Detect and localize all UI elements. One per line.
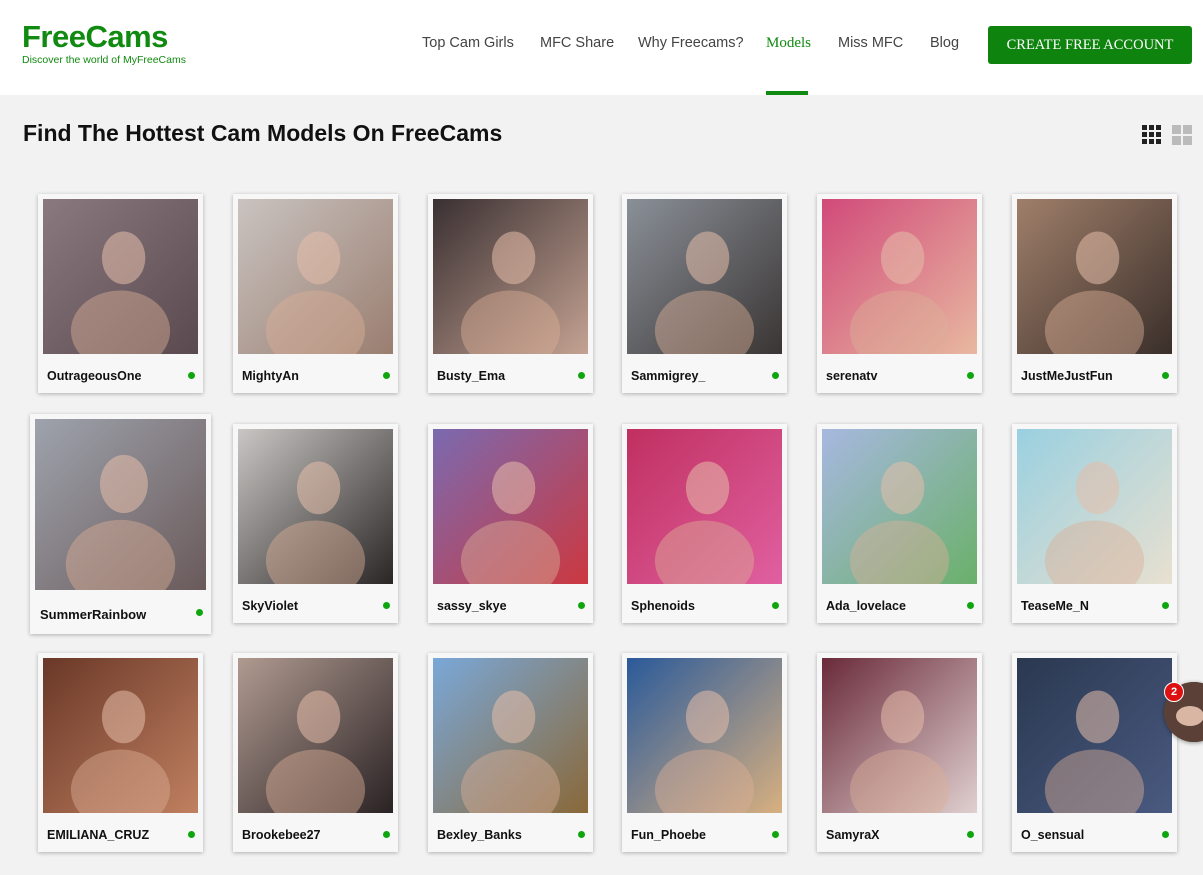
grid-large-icon[interactable] <box>1172 125 1192 145</box>
model-card[interactable]: Bexley_Banks <box>428 653 593 852</box>
brand-logo[interactable]: FreeCams Discover the world of MyFreeCam… <box>22 19 186 67</box>
online-status-icon <box>188 372 195 379</box>
model-name[interactable]: Sphenoids <box>631 599 695 613</box>
model-name[interactable]: sassy_skye <box>437 599 507 613</box>
model-name[interactable]: SkyViolet <box>242 599 298 613</box>
model-name[interactable]: serenatv <box>826 369 877 383</box>
site-header: FreeCams Discover the world of MyFreeCam… <box>0 0 1203 95</box>
model-name[interactable]: JustMeJustFun <box>1021 369 1113 383</box>
model-card[interactable]: O_sensual <box>1012 653 1177 852</box>
model-name[interactable]: SamyraX <box>826 828 880 842</box>
model-thumbnail[interactable] <box>627 658 782 813</box>
model-card[interactable]: SamyraX <box>817 653 982 852</box>
model-name[interactable]: TeaseMe_N <box>1021 599 1089 613</box>
brand-tagline: Discover the world of MyFreeCams <box>22 54 186 66</box>
model-thumbnail[interactable] <box>627 199 782 354</box>
model-name[interactable]: Fun_Phoebe <box>631 828 706 842</box>
online-status-icon <box>967 602 974 609</box>
nav-item-why-freecams[interactable]: Why Freecams? <box>638 35 744 51</box>
model-name[interactable]: Busty_Ema <box>437 369 505 383</box>
online-status-icon <box>578 372 585 379</box>
online-status-icon <box>1162 831 1169 838</box>
model-name[interactable]: Bexley_Banks <box>437 828 522 842</box>
model-card[interactable]: Sammigrey_ <box>622 194 787 393</box>
model-card[interactable]: SkyViolet <box>233 424 398 623</box>
model-thumbnail[interactable] <box>433 429 588 584</box>
model-name[interactable]: OutrageousOne <box>47 369 141 383</box>
model-card[interactable]: EMILIANA_CRUZ <box>38 653 203 852</box>
model-card[interactable]: Fun_Phoebe <box>622 653 787 852</box>
model-thumbnail[interactable] <box>35 419 206 590</box>
model-thumbnail[interactable] <box>433 658 588 813</box>
page-title: Find The Hottest Cam Models On FreeCams <box>23 120 503 146</box>
nav-item-blog[interactable]: Blog <box>930 35 959 51</box>
create-account-button[interactable]: CREATE FREE ACCOUNT <box>988 26 1192 64</box>
model-name[interactable]: Brookebee27 <box>242 828 321 842</box>
online-status-icon <box>967 372 974 379</box>
model-name[interactable]: EMILIANA_CRUZ <box>47 828 149 842</box>
online-status-icon <box>772 602 779 609</box>
model-thumbnail[interactable] <box>43 658 198 813</box>
nav-item-models[interactable]: Models <box>766 35 811 52</box>
model-card[interactable]: Ada_lovelace <box>817 424 982 623</box>
model-card[interactable]: sassy_skye <box>428 424 593 623</box>
model-card[interactable]: OutrageousOne <box>38 194 203 393</box>
model-thumbnail[interactable] <box>238 658 393 813</box>
model-name[interactable]: Ada_lovelace <box>826 599 906 613</box>
model-card[interactable]: TeaseMe_N <box>1012 424 1177 623</box>
model-card[interactable]: MightyAn <box>233 194 398 393</box>
model-card[interactable]: JustMeJustFun <box>1012 194 1177 393</box>
model-thumbnail[interactable] <box>822 429 977 584</box>
model-thumbnail[interactable] <box>822 199 977 354</box>
online-status-icon <box>383 372 390 379</box>
online-status-icon <box>196 609 203 616</box>
model-thumbnail[interactable] <box>822 658 977 813</box>
nav-item-mfc-share[interactable]: MFC Share <box>540 35 614 51</box>
model-thumbnail[interactable] <box>238 429 393 584</box>
online-status-icon <box>772 372 779 379</box>
model-thumbnail[interactable] <box>1017 199 1172 354</box>
model-card[interactable]: Brookebee27 <box>233 653 398 852</box>
online-status-icon <box>188 831 195 838</box>
model-thumbnail[interactable] <box>43 199 198 354</box>
online-status-icon <box>967 831 974 838</box>
model-name[interactable]: Sammigrey_ <box>631 369 705 383</box>
model-card[interactable]: serenatv <box>817 194 982 393</box>
active-nav-indicator <box>766 91 808 95</box>
online-status-icon <box>1162 602 1169 609</box>
model-name[interactable]: SummerRainbow <box>40 607 146 622</box>
model-name[interactable]: O_sensual <box>1021 828 1084 842</box>
model-card[interactable]: Sphenoids <box>622 424 787 623</box>
model-card[interactable]: SummerRainbow <box>30 414 211 634</box>
online-status-icon <box>772 831 779 838</box>
online-status-icon <box>1162 372 1169 379</box>
model-name[interactable]: MightyAn <box>242 369 299 383</box>
model-thumbnail[interactable] <box>238 199 393 354</box>
model-card[interactable]: Busty_Ema <box>428 194 593 393</box>
model-thumbnail[interactable] <box>627 429 782 584</box>
online-status-icon <box>383 602 390 609</box>
model-thumbnail[interactable] <box>1017 429 1172 584</box>
grid-small-icon[interactable] <box>1142 125 1162 145</box>
model-thumbnail[interactable] <box>1017 658 1172 813</box>
online-status-icon <box>578 831 585 838</box>
brand-name: FreeCams <box>22 19 168 54</box>
model-thumbnail[interactable] <box>433 199 588 354</box>
online-status-icon <box>578 602 585 609</box>
online-status-icon <box>383 831 390 838</box>
nav-item-miss-mfc[interactable]: Miss MFC <box>838 35 903 51</box>
nav-item-top-cam-girls[interactable]: Top Cam Girls <box>422 35 514 51</box>
chat-notification-badge[interactable]: 2 <box>1164 682 1184 702</box>
